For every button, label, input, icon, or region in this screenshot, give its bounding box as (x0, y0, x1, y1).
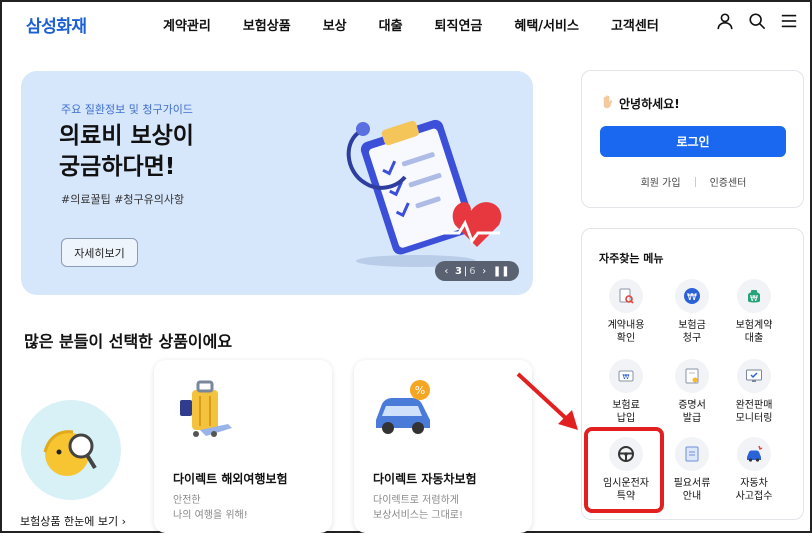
hero-eyebrow: 주요 질환정보 및 청구가이드 (61, 103, 193, 116)
quick-item-label: 완전판매 모니터링 (735, 400, 773, 424)
svg-text:%: % (415, 384, 425, 397)
quick-item-accident[interactable]: 자동차 사고접수 (724, 437, 784, 503)
menu-icon[interactable] (780, 12, 798, 30)
nav-item-claims[interactable]: 보상 (323, 15, 347, 34)
header-icons (716, 12, 798, 30)
car-discount-icon: % (376, 380, 430, 434)
quick-item-label: 계약내용 확인 (607, 320, 645, 344)
quick-item-label: 보험료 납입 (612, 400, 640, 424)
pager-current: 3 (454, 265, 462, 277)
svg-text:₩: ₩ (687, 292, 697, 303)
product-card-auto[interactable]: % 다이렉트 자동차보험 다이렉트로 저렴하게 보상서비스는 그대로! (354, 360, 532, 533)
hero-detail-button[interactable]: 자세히보기 (61, 238, 138, 267)
quick-item-label: 증명서 발급 (678, 400, 706, 424)
quick-item-label: 필요서류 안내 (673, 478, 711, 502)
car-accident-icon (737, 437, 771, 471)
document-icon (675, 437, 709, 471)
hero-pager: ‹ 3 | 6 › ❚❚ (435, 261, 519, 281)
quick-item-label: 보험금 청구 (678, 320, 706, 344)
link-divider (694, 176, 696, 187)
quick-menu-title: 자주찾는 메뉴 (599, 252, 664, 265)
svg-text:₩: ₩ (623, 373, 630, 381)
greeting: 안녕하세요! (600, 94, 680, 112)
login-links: 회원 가입 인증센터 (582, 174, 805, 189)
search-icon[interactable] (748, 12, 766, 30)
hero-tags: #의료꿀팁 #청구유의사항 (61, 193, 185, 206)
nav-item-customer-center[interactable]: 고객센터 (611, 15, 659, 34)
mascot-illustration (21, 400, 121, 500)
quick-item-claim[interactable]: ₩ 보험금 청구 (662, 279, 722, 345)
pager-counter: 3 | 6 (455, 266, 476, 277)
signup-link[interactable]: 회원 가입 (641, 174, 681, 189)
certificate-icon (675, 359, 709, 393)
premium-payment-icon: ₩ (609, 359, 643, 393)
product-card-desc: 안전한 나의 여행을 위해! (173, 495, 248, 521)
main-nav: 계약관리 보험상품 보상 대출 퇴직연금 혜택/서비스 고객센터 (163, 15, 659, 34)
login-panel: 안녕하세요! 로그인 회원 가입 인증센터 (581, 70, 804, 208)
monitor-icon (737, 359, 771, 393)
product-card-title: 다이렉트 자동차보험 (373, 472, 477, 486)
nav-item-products[interactable]: 보험상품 (243, 15, 291, 34)
highlight-box-annotation (584, 427, 664, 513)
greeting-text: 안녕하세요! (619, 96, 680, 111)
prev-slide-icon[interactable]: ‹ (444, 266, 448, 277)
login-button[interactable]: 로그인 (600, 126, 786, 157)
product-card-travel[interactable]: 다이렉트 해외여행보험 안전한 나의 여행을 위해! (154, 360, 332, 533)
next-slide-icon[interactable]: › (482, 266, 486, 277)
quick-item-certificate[interactable]: 증명서 발급 (662, 359, 722, 425)
svg-text:₩: ₩ (750, 294, 758, 303)
clipboard-stethoscope-illustration (346, 119, 502, 267)
waving-hand-icon (600, 94, 615, 112)
products-overview-link[interactable]: 보험상품 한눈에 보기 › (20, 513, 126, 529)
quick-item-contract-check[interactable]: 계약내용 확인 (596, 279, 656, 345)
quick-item-premium[interactable]: ₩ 보험료 납입 (596, 359, 656, 425)
loan-icon: ₩ (737, 279, 771, 313)
product-card-title: 다이렉트 해외여행보험 (173, 472, 288, 486)
quick-item-label: 자동차 사고접수 (735, 478, 773, 502)
product-card-desc: 다이렉트로 저렴하게 보상서비스는 그대로! (373, 495, 463, 521)
user-icon[interactable] (716, 12, 734, 30)
site-logo[interactable]: 삼성화재 (26, 12, 87, 37)
hero-banner[interactable]: 주요 질환정보 및 청구가이드 의료비 보상이 궁금하다면! #의료꿀팁 #청구… (21, 71, 533, 295)
products-section-title: 많은 분들이 선택한 상품이에요 (24, 332, 233, 351)
nav-item-contract[interactable]: 계약관리 (163, 15, 211, 34)
won-claim-icon: ₩ (675, 279, 709, 313)
red-arrow-annotation (516, 372, 578, 430)
suitcase-airplane-icon (180, 380, 232, 437)
nav-item-pension[interactable]: 퇴직연금 (435, 15, 483, 34)
pager-total: 6 (469, 265, 476, 277)
pause-icon[interactable]: ❚❚ (493, 266, 510, 277)
nav-item-loans[interactable]: 대출 (379, 15, 403, 34)
hero-title: 의료비 보상이 궁금하다면! (59, 123, 194, 180)
nav-item-benefits[interactable]: 혜택/서비스 (514, 15, 579, 34)
quick-item-monitoring[interactable]: 완전판매 모니터링 (724, 359, 784, 425)
contract-search-icon (609, 279, 643, 313)
quick-item-documents[interactable]: 필요서류 안내 (662, 437, 722, 503)
pager-separator: | (463, 265, 468, 277)
quick-item-loan[interactable]: ₩ 보험계약 대출 (724, 279, 784, 345)
certificate-center-link[interactable]: 인증센터 (710, 174, 747, 189)
quick-item-label: 보험계약 대출 (735, 320, 773, 344)
